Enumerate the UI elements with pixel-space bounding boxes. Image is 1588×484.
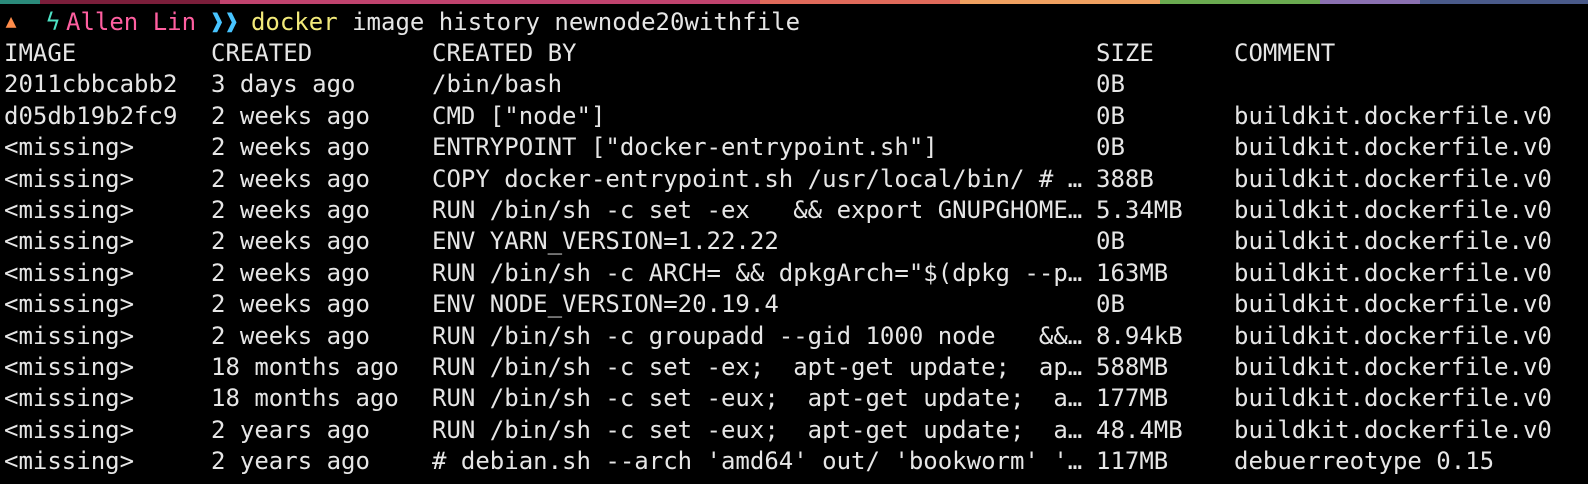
- table-row: <missing> 2 weeks ago COPY docker-entrypoi…: [4, 164, 1552, 195]
- size-cell: 177MB: [1096, 384, 1169, 413]
- created-by-cell: RUN /bin/sh -c set -ex; apt-get update; …: [432, 352, 1083, 381]
- created-cell: 18 months ago: [211, 352, 399, 381]
- created-cell: 3 days ago: [211, 70, 356, 99]
- created-cell: 18 months ago: [211, 384, 399, 413]
- image-id-cell: <missing>: [4, 227, 135, 256]
- comment-cell: buildkit.dockerfile.v0: [1234, 195, 1552, 224]
- prompt-command: docker: [250, 8, 338, 36]
- shell-prompt: ▲ ϟ Allen Lin ❱❱ docker image history ne…: [0, 6, 800, 38]
- size-cell: 117MB: [1096, 447, 1169, 476]
- image-id-cell: <missing>: [4, 133, 135, 162]
- image-id-cell: <missing>: [4, 258, 135, 287]
- table-row: d05db19b2fc9 2 weeks ago CMD ["node"] 0B bui…: [4, 101, 1552, 132]
- image-id-cell: d05db19b2fc9: [4, 101, 178, 130]
- size-cell: 0B: [1096, 70, 1125, 99]
- created-cell: 2 weeks ago: [211, 133, 370, 162]
- image-id-cell: <missing>: [4, 321, 135, 350]
- size-cell: 48.4MB: [1096, 415, 1183, 444]
- size-cell: 0B: [1096, 290, 1125, 319]
- column-header-image: IMAGE: [4, 39, 77, 67]
- table-row: <missing> 2 weeks ago RUN /bin/sh -c ARCH=…: [4, 258, 1552, 289]
- comment-cell: buildkit.dockerfile.v0: [1234, 164, 1552, 193]
- created-by-cell: RUN /bin/sh -c groupadd --gid 1000 node …: [432, 321, 1083, 350]
- created-cell: 2 weeks ago: [211, 101, 370, 130]
- flame-icon: ▲: [5, 11, 17, 32]
- image-id-cell: <missing>: [4, 415, 135, 444]
- created-by-cell: RUN /bin/sh -c set -ex && export GNUPGHO…: [432, 195, 1083, 224]
- prompt-arguments-text: image history newnode20withfile: [352, 8, 801, 36]
- image-id-cell: <missing>: [4, 164, 135, 193]
- created-by-cell: /bin/bash: [432, 70, 563, 99]
- comment-cell: buildkit.dockerfile.v0: [1234, 133, 1552, 162]
- created-by-cell: RUN /bin/sh -c set -eux; apt-get update;…: [432, 384, 1083, 413]
- column-header-size: SIZE: [1096, 39, 1154, 67]
- created-by-cell: ENTRYPOINT ["docker-entrypoint.sh"]: [432, 133, 938, 162]
- prompt-arguments: image history newnode20withfile: [338, 6, 800, 38]
- comment-cell: buildkit.dockerfile.v0: [1234, 227, 1552, 256]
- table-row: <missing> 2 weeks ago ENTRYPOINT ["docker-…: [4, 132, 1552, 163]
- table-row: <missing> 2 weeks ago RUN /bin/sh -c set -…: [4, 195, 1552, 226]
- table-row: <missing> 18 months ago RUN /bin/sh -c set…: [4, 383, 1552, 414]
- comment-cell: buildkit.dockerfile.v0: [1234, 352, 1552, 381]
- column-header-created-by: CREATED BY: [432, 39, 577, 67]
- history-table: IMAGE CREATED CREATED BY SIZE COMMENT 20…: [4, 38, 1552, 477]
- table-row: <missing> 2 years ago RUN /bin/sh -c set -…: [4, 415, 1552, 446]
- size-cell: 163MB: [1096, 258, 1169, 287]
- created-cell: 2 weeks ago: [211, 227, 370, 256]
- bolt-icon: ϟ: [45, 8, 61, 36]
- table-row: <missing> 18 months ago RUN /bin/sh -c set…: [4, 352, 1552, 383]
- comment-cell: debuerreotype 0.15: [1234, 447, 1495, 476]
- image-id-cell: <missing>: [4, 352, 135, 381]
- created-cell: 2 weeks ago: [211, 290, 370, 319]
- comment-cell: buildkit.dockerfile.v0: [1234, 290, 1552, 319]
- comment-cell: buildkit.dockerfile.v0: [1234, 321, 1552, 350]
- comment-cell: buildkit.dockerfile.v0: [1234, 258, 1552, 287]
- created-by-cell: ENV NODE_VERSION=20.19.4: [432, 290, 779, 319]
- created-cell: 2 weeks ago: [211, 164, 370, 193]
- size-cell: 0B: [1096, 101, 1125, 130]
- image-id-cell: <missing>: [4, 290, 135, 319]
- tab-color-strip: [0, 0, 1588, 4]
- table-row: <missing> 2 weeks ago ENV NODE_VERSION=20.…: [4, 289, 1552, 320]
- size-cell: 0B: [1096, 227, 1125, 256]
- image-id-cell: 2011cbbcabb2: [4, 70, 178, 99]
- created-by-cell: RUN /bin/sh -c ARCH= && dpkgArch="$(dpkg…: [432, 258, 1083, 287]
- size-cell: 0B: [1096, 133, 1125, 162]
- comment-cell: buildkit.dockerfile.v0: [1234, 101, 1552, 130]
- created-by-cell: CMD ["node"]: [432, 101, 606, 130]
- created-by-cell: COPY docker-entrypoint.sh /usr/local/bin…: [432, 164, 1083, 193]
- table-header-row: IMAGE CREATED CREATED BY SIZE COMMENT: [4, 38, 1335, 69]
- prompt-arrows: ❱❱: [210, 8, 239, 36]
- prompt-user: Allen Lin: [66, 8, 197, 36]
- created-by-cell: RUN /bin/sh -c set -eux; apt-get update;…: [432, 415, 1083, 444]
- created-cell: 2 weeks ago: [211, 258, 370, 287]
- column-header-comment: COMMENT: [1234, 39, 1336, 67]
- size-cell: 388B: [1096, 164, 1154, 193]
- column-header-created: CREATED: [211, 39, 313, 67]
- size-cell: 5.34MB: [1096, 195, 1183, 224]
- image-id-cell: <missing>: [4, 195, 135, 224]
- created-cell: 2 years ago: [211, 447, 370, 476]
- created-by-cell: ENV YARN_VERSION=1.22.22: [432, 227, 779, 256]
- created-cell: 2 weeks ago: [211, 321, 370, 350]
- table-row: <missing> 2 weeks ago RUN /bin/sh -c group…: [4, 321, 1552, 352]
- created-cell: 2 years ago: [211, 415, 370, 444]
- image-id-cell: <missing>: [4, 447, 135, 476]
- comment-cell: buildkit.dockerfile.v0: [1234, 415, 1552, 444]
- size-cell: 588MB: [1096, 352, 1169, 381]
- comment-cell: buildkit.dockerfile.v0: [1234, 384, 1552, 413]
- table-row: <missing> 2 weeks ago ENV YARN_VERSION=1.2…: [4, 226, 1552, 257]
- created-cell: 2 weeks ago: [211, 195, 370, 224]
- size-cell: 8.94kB: [1096, 321, 1183, 350]
- created-by-cell: # debian.sh --arch 'amd64' out/ 'bookwor…: [432, 447, 1083, 476]
- image-id-cell: <missing>: [4, 384, 135, 413]
- table-row: 2011cbbcabb2 3 days ago/bin/bash 0B: [4, 69, 1125, 100]
- table-row: <missing> 2 years ago # debian.sh --arch '…: [4, 446, 1494, 477]
